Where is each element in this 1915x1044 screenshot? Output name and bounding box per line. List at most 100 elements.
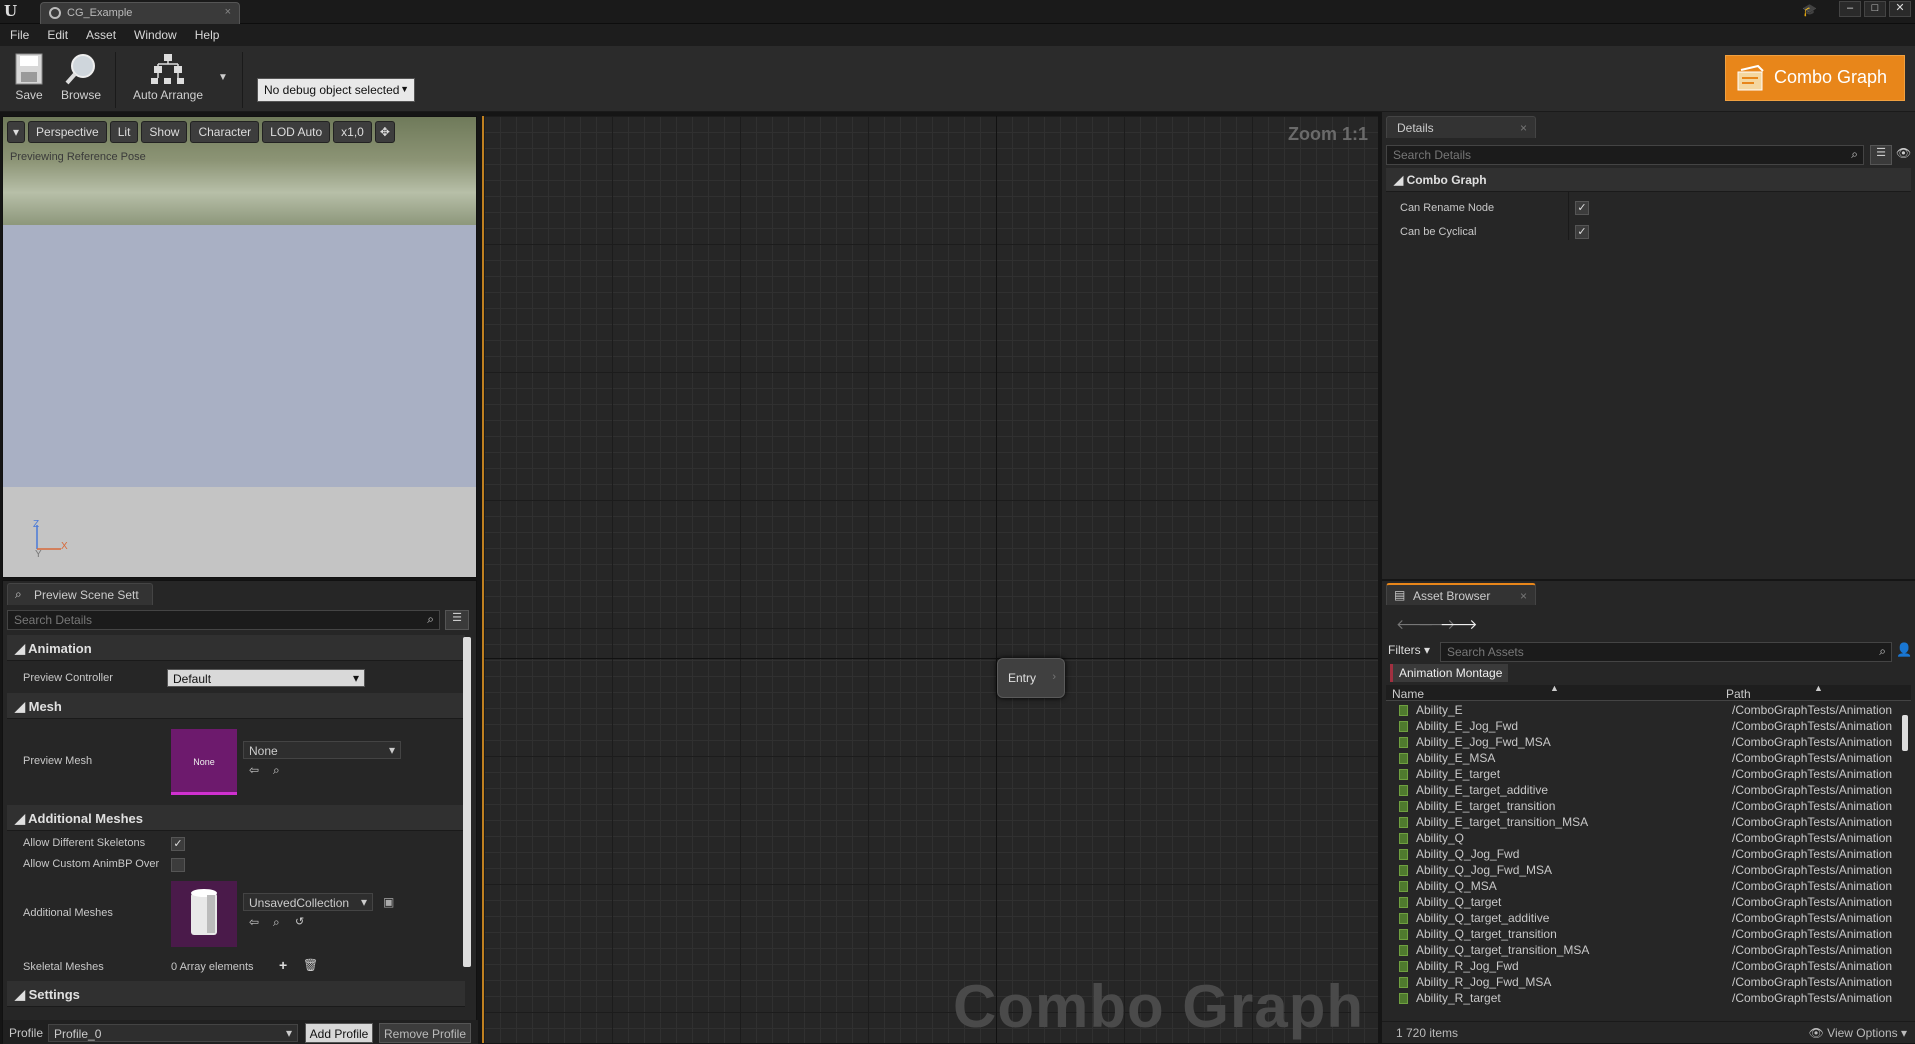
asset-row[interactable]: Ability_E_Jog_Fwd_MSA/ComboGraphTests/An… [1386, 734, 1901, 750]
view-options-button[interactable]: 👁 View Options ▾ [1809, 1026, 1907, 1040]
browse-magnifier-icon[interactable]: ⌕ [273, 763, 280, 778]
auto-arrange-button[interactable]: Auto Arrange [128, 52, 208, 108]
asset-row[interactable]: Ability_Q_Jog_Fwd/ComboGraphTests/Animat… [1386, 846, 1901, 862]
tab-preview-scene-settings[interactable]: ⌕ Preview Scene Sett [7, 583, 153, 605]
allow-different-skeletons-checkbox[interactable]: ✓ [171, 837, 185, 851]
panel-scrollbar[interactable] [463, 637, 471, 967]
sort-ascending-icon[interactable]: ▲ [1550, 683, 1559, 693]
preview-mesh-thumbnail[interactable]: None [171, 729, 237, 795]
graduation-cap-icon[interactable]: 🎓 [1802, 3, 1820, 17]
perspective-button[interactable]: Perspective [28, 121, 107, 143]
character-button[interactable]: Character [190, 121, 260, 143]
menu-edit[interactable]: Edit [47, 28, 68, 42]
remove-profile-button[interactable]: Remove Profile [379, 1023, 471, 1043]
additional-meshes-thumbnail[interactable] [171, 881, 237, 947]
lod-button[interactable]: LOD Auto [262, 121, 331, 143]
asset-row[interactable]: Ability_Q_target_transition/ComboGraphTe… [1386, 926, 1901, 942]
asset-row[interactable]: Ability_E_target_transition_MSA/ComboGra… [1386, 814, 1901, 830]
view-options-list-icon[interactable]: ☰ [1870, 145, 1892, 165]
asset-row[interactable]: Ability_E_MSA/ComboGraphTests/Animation [1386, 750, 1901, 766]
menu-help[interactable]: Help [195, 28, 220, 42]
category-mesh[interactable]: ◢ Mesh [7, 693, 465, 719]
transform-widget-icon[interactable]: ✥ [374, 121, 395, 143]
add-element-plus-icon[interactable]: + [279, 957, 287, 973]
toolbar-dropdown-arrow-icon[interactable]: ▼ [218, 72, 228, 83]
delete-trash-icon[interactable]: 🗑 [303, 958, 318, 972]
view-options-list-icon[interactable]: ☰ [445, 610, 469, 630]
asset-list-scrollbar[interactable] [1902, 715, 1908, 751]
tab-details[interactable]: Details × [1386, 116, 1536, 138]
close-tab-icon[interactable]: × [1520, 589, 1527, 603]
asset-row[interactable]: Ability_Q_target/ComboGraphTests/Animati… [1386, 894, 1901, 910]
category-combo-graph[interactable]: ◢ Combo Graph [1386, 168, 1911, 192]
category-animation[interactable]: ◢ Animation [7, 635, 465, 661]
can-be-cyclical-checkbox[interactable]: ✓ [1575, 225, 1589, 239]
close-tab-icon[interactable]: × [225, 6, 231, 18]
asset-search-input[interactable]: Search Assets ⌕ [1440, 642, 1892, 662]
lit-button[interactable]: Lit [109, 121, 139, 143]
preview-mesh-select[interactable]: None ▾ [243, 741, 401, 759]
document-tab[interactable]: CG_Example × [40, 2, 240, 24]
entry-node[interactable]: Entry › [997, 658, 1065, 698]
menu-window[interactable]: Window [134, 28, 177, 42]
preview-controller-label: Preview Controller [23, 672, 113, 684]
preview-viewport[interactable]: ▾ Perspective Lit Show Character LOD Aut… [2, 116, 477, 578]
asset-browser-tab-label: Asset Browser [1413, 589, 1491, 603]
column-name-header[interactable]: Name [1392, 687, 1424, 701]
asset-row[interactable]: Ability_E_Jog_Fwd/ComboGraphTests/Animat… [1386, 718, 1901, 734]
sort-ascending-icon[interactable]: ▲ [1814, 683, 1823, 693]
asset-row[interactable]: Ability_Q_MSA/ComboGraphTests/Animation [1386, 878, 1901, 894]
add-profile-button[interactable]: Add Profile [305, 1023, 373, 1043]
preview-search-input[interactable]: Search Details ⌕ [7, 610, 440, 630]
playback-speed-button[interactable]: x1,0 [333, 121, 372, 143]
preview-mesh-thumb-label: None [193, 757, 215, 767]
browse-magnifier-icon[interactable]: ⌕ [273, 915, 280, 930]
combo-graph-brand-button[interactable]: Combo Graph [1725, 55, 1905, 101]
column-path-header[interactable]: Path [1726, 687, 1751, 701]
save-collection-icon[interactable]: ▣ [383, 895, 394, 909]
profile-select[interactable]: Profile_0 ▾ [48, 1024, 298, 1042]
use-selected-arrow-icon[interactable]: ⇦ [249, 915, 259, 929]
close-window-button[interactable]: ✕ [1889, 1, 1911, 17]
show-button[interactable]: Show [141, 121, 188, 143]
browse-button[interactable]: Browse [58, 52, 104, 108]
asset-row[interactable]: Ability_Q_Jog_Fwd_MSA/ComboGraphTests/An… [1386, 862, 1901, 878]
asset-row[interactable]: Ability_E_target_transition/ComboGraphTe… [1386, 798, 1901, 814]
category-settings[interactable]: ◢ Settings [7, 981, 465, 1007]
asset-row[interactable]: Ability_Q/ComboGraphTests/Animation [1386, 830, 1901, 846]
menu-asset[interactable]: Asset [86, 28, 116, 42]
allow-custom-animbp-checkbox[interactable] [171, 858, 185, 872]
viewport-options-button[interactable]: ▾ [7, 121, 26, 143]
can-rename-node-checkbox[interactable]: ✓ [1575, 201, 1589, 215]
preview-controller-select[interactable]: Default ▾ [167, 669, 365, 687]
visibility-eye-icon[interactable]: 👁 [1896, 146, 1911, 160]
graph-editor-canvas[interactable]: Zoom 1:1 Entry › Combo Graph [482, 116, 1378, 1043]
asset-row[interactable]: Ability_R_target/ComboGraphTests/Animati… [1386, 990, 1901, 1006]
asset-row[interactable]: Ability_E_target_additive/ComboGraphTest… [1386, 782, 1901, 798]
maximize-button[interactable]: □ [1864, 1, 1886, 17]
reset-icon[interactable]: ↺ [295, 915, 304, 928]
asset-row[interactable]: Ability_Q_target_transition_MSA/ComboGra… [1386, 942, 1901, 958]
minimize-button[interactable]: – [1839, 1, 1861, 17]
user-filter-icon[interactable]: 👤 [1896, 642, 1912, 658]
asset-row[interactable]: Ability_R_Jog_Fwd/ComboGraphTests/Animat… [1386, 958, 1901, 974]
additional-meshes-select[interactable]: UnsavedCollection ▾ [243, 893, 373, 911]
details-search-input[interactable]: Search Details ⌕ [1386, 145, 1864, 165]
sync-forward-icon[interactable]: 🡒 [1440, 616, 1478, 633]
tab-asset-browser[interactable]: ▤ Asset Browser × [1386, 583, 1536, 605]
output-pin-icon[interactable]: › [1052, 671, 1056, 683]
filter-chip-animation-montage[interactable]: Animation Montage [1390, 664, 1509, 682]
save-button[interactable]: Save [10, 52, 48, 108]
asset-row[interactable]: Ability_E_target/ComboGraphTests/Animati… [1386, 766, 1901, 782]
asset-row[interactable]: Ability_R_Jog_Fwd_MSA/ComboGraphTests/An… [1386, 974, 1901, 990]
asset-row[interactable]: Ability_Q_target_additive/ComboGraphTest… [1386, 910, 1901, 926]
use-selected-arrow-icon[interactable]: ⇦ [249, 763, 259, 777]
filters-button[interactable]: Filters ▾ [1388, 643, 1430, 657]
debug-object-select[interactable]: No debug object selected ▼ [257, 78, 415, 102]
category-additional-meshes[interactable]: ◢ Additional Meshes [7, 805, 465, 831]
close-tab-icon[interactable]: × [1520, 121, 1527, 135]
menu-file[interactable]: File [10, 28, 29, 42]
asset-path: /ComboGraphTests/Animation [1732, 991, 1893, 1005]
asset-path: /ComboGraphTests/Animation [1732, 927, 1893, 941]
asset-row[interactable]: Ability_E/ComboGraphTests/Animation [1386, 702, 1901, 718]
